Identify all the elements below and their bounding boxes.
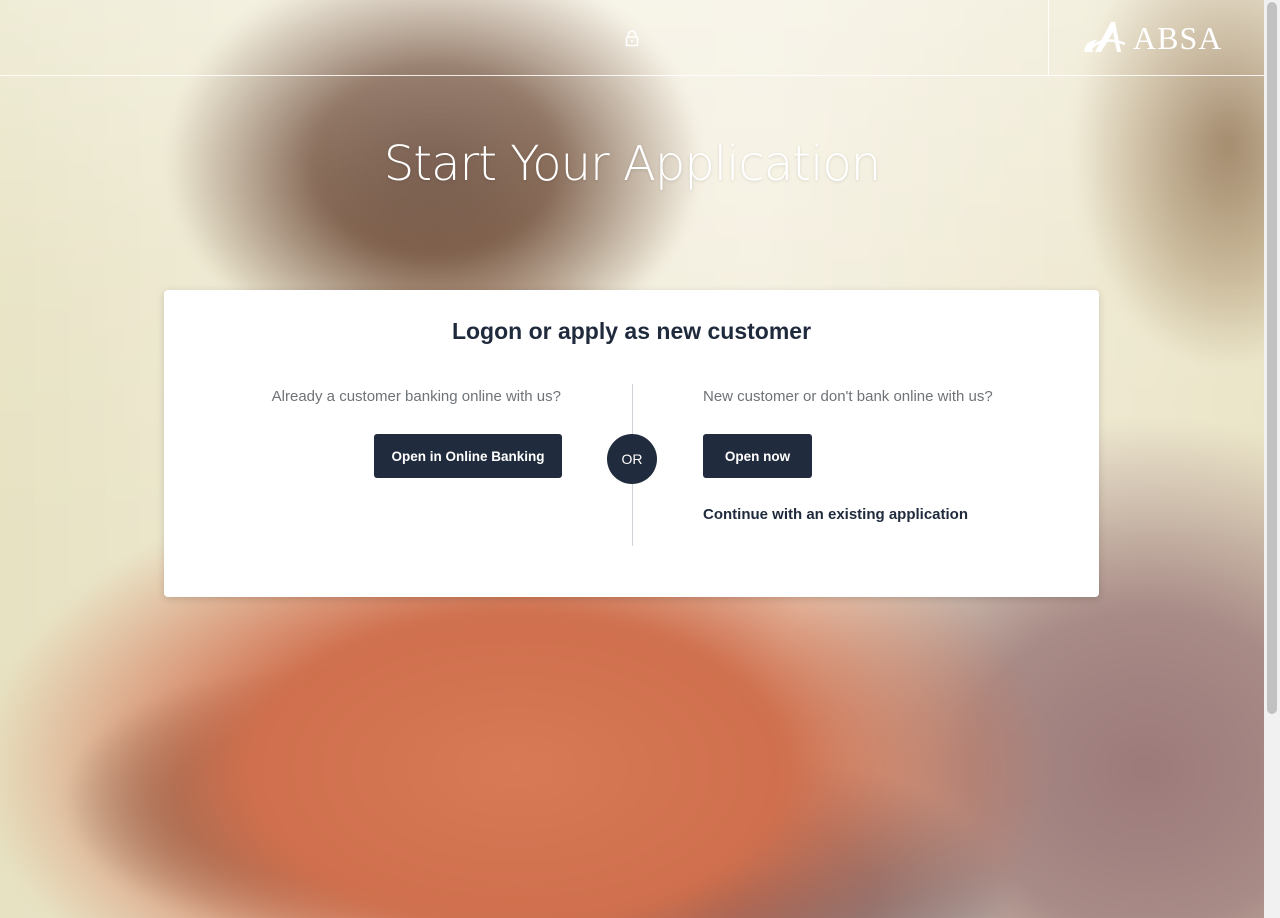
absa-logo-mark-icon	[1081, 18, 1133, 56]
or-separator-badge: OR	[607, 434, 657, 484]
lock-icon	[625, 29, 639, 47]
vertical-scrollbar[interactable]	[1264, 0, 1280, 918]
continue-existing-application-link[interactable]: Continue with an existing application	[703, 506, 968, 523]
scrollbar-thumb[interactable]	[1267, 2, 1277, 714]
existing-customer-prompt: Already a customer banking online with u…	[271, 388, 561, 405]
open-in-online-banking-button[interactable]: Open in Online Banking	[374, 434, 562, 478]
top-header: ABSA	[0, 0, 1264, 76]
new-customer-prompt: New customer or don't bank online with u…	[703, 388, 993, 405]
absa-logo-text: ABSA	[1133, 20, 1223, 56]
page-title: Start Your Application	[383, 136, 881, 192]
logon-apply-card: Logon or apply as new customer Already a…	[164, 290, 1099, 597]
open-now-button[interactable]: Open now	[703, 434, 812, 478]
absa-logo[interactable]: ABSA	[1048, 0, 1264, 76]
card-title: Logon or apply as new customer	[451, 318, 812, 344]
